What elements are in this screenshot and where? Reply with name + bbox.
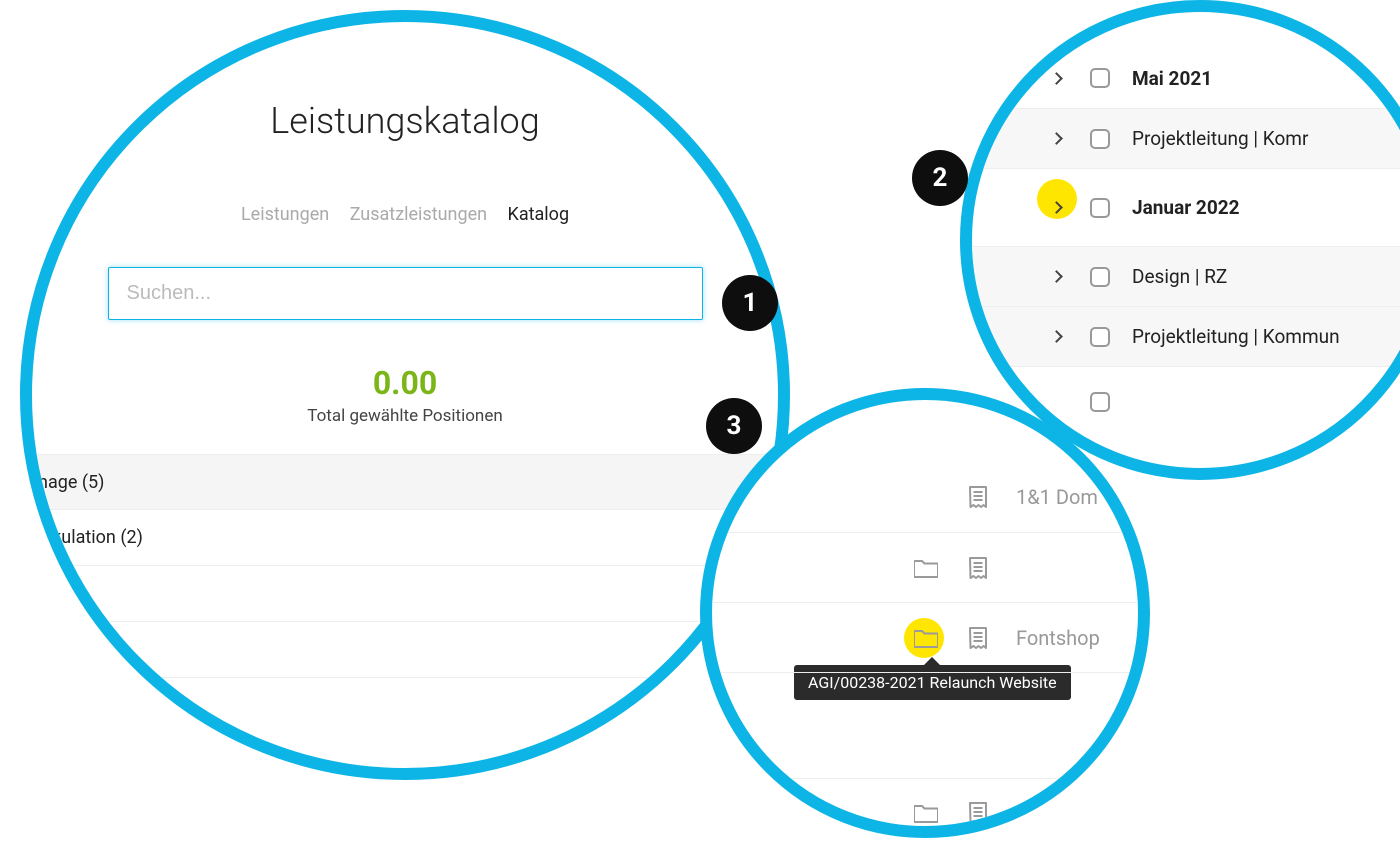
catalog-row[interactable] <box>32 622 778 678</box>
tab-katalog[interactable]: Katalog <box>508 204 570 225</box>
receipt-icon[interactable] <box>964 557 992 579</box>
receipt-icon[interactable] <box>964 802 992 824</box>
tree-checkbox[interactable] <box>1090 198 1110 218</box>
step-badge-3: 3 <box>706 398 762 454</box>
tree-row-mai-2021[interactable]: Mai 2021 <box>972 48 1400 108</box>
catalog-row[interactable] <box>32 566 778 622</box>
step-badge-2: 2 <box>912 150 968 206</box>
catalog-row-label: alkulation (2) <box>38 527 143 548</box>
folder-icon[interactable] <box>912 803 940 823</box>
folder-icon[interactable] <box>912 628 940 648</box>
chevron-right-icon[interactable] <box>1050 201 1063 214</box>
catalog-row[interactable]: alkulation (2) <box>32 510 778 566</box>
folder-icon[interactable] <box>912 558 940 578</box>
item-row-blank-1[interactable] <box>712 532 1138 602</box>
tree-row-label: Mai 2021 <box>1132 67 1212 90</box>
panel-title: Leistungskatalog <box>32 100 778 142</box>
panel-leistungskatalog: Leistungskatalog Leistungen Zusatzleistu… <box>20 10 790 780</box>
receipt-icon <box>964 486 992 508</box>
tab-leistungen[interactable]: Leistungen <box>241 204 329 225</box>
tree-row-label: Projektleitung | Komr <box>1132 127 1308 150</box>
tree-checkbox[interactable] <box>1090 392 1110 412</box>
item-row-label: Fontshop <box>1016 626 1100 650</box>
chevron-right-icon[interactable] <box>1050 132 1063 145</box>
tree-row-label: Projektleitung | Kommun <box>1132 325 1340 348</box>
tree-row-projektleitung-2[interactable]: Projektleitung | Kommun <box>972 306 1400 366</box>
tree-row-januar-2022[interactable]: Januar 2022 <box>972 168 1400 246</box>
tree-row-label: Design | RZ <box>1132 265 1227 288</box>
tree-checkbox[interactable] <box>1090 68 1110 88</box>
tabs: Leistungen Zusatzleistungen Katalog <box>32 204 778 225</box>
step-badge-1: 1 <box>722 275 778 331</box>
tab-zusatzleistungen[interactable]: Zusatzleistungen <box>350 204 487 225</box>
chevron-right-icon[interactable] <box>1050 270 1063 283</box>
receipt-icon[interactable] <box>964 627 992 649</box>
chevron-right-icon[interactable] <box>1050 330 1063 343</box>
search-input[interactable] <box>108 267 703 320</box>
item-row-fontshop[interactable]: Fontshop AGI/00238-2021 Relaunch Website <box>712 602 1138 672</box>
chevron-right-icon[interactable] <box>1050 72 1063 85</box>
total-caption: Total gewählte Positionen <box>32 406 778 426</box>
item-row-blank-3[interactable] <box>712 778 1138 838</box>
catalog-row[interactable]: nage (5) <box>32 454 778 510</box>
tree-row-design-rz[interactable]: Design | RZ <box>972 246 1400 306</box>
total-amount: 0.00 <box>32 364 778 402</box>
item-row-1und1[interactable]: 1&1 Dom <box>712 462 1138 532</box>
item-row-label: 1&1 Dom <box>1016 485 1098 509</box>
tree-checkbox[interactable] <box>1090 327 1110 347</box>
panel-items: 1&1 Dom Fontshop AGI/00238-2021 Relaunch… <box>700 388 1150 838</box>
tree-checkbox[interactable] <box>1090 129 1110 149</box>
panel-tree: Mai 2021 Projektleitung | Komr Januar 20… <box>960 0 1400 480</box>
tree-row-label: Januar 2022 <box>1132 196 1240 219</box>
tree-checkbox[interactable] <box>1090 267 1110 287</box>
catalog-row-label: nage (5) <box>38 472 104 493</box>
item-row-blank-2[interactable] <box>712 672 1138 778</box>
tree-row-projektleitung-1[interactable]: Projektleitung | Komr <box>972 108 1400 168</box>
